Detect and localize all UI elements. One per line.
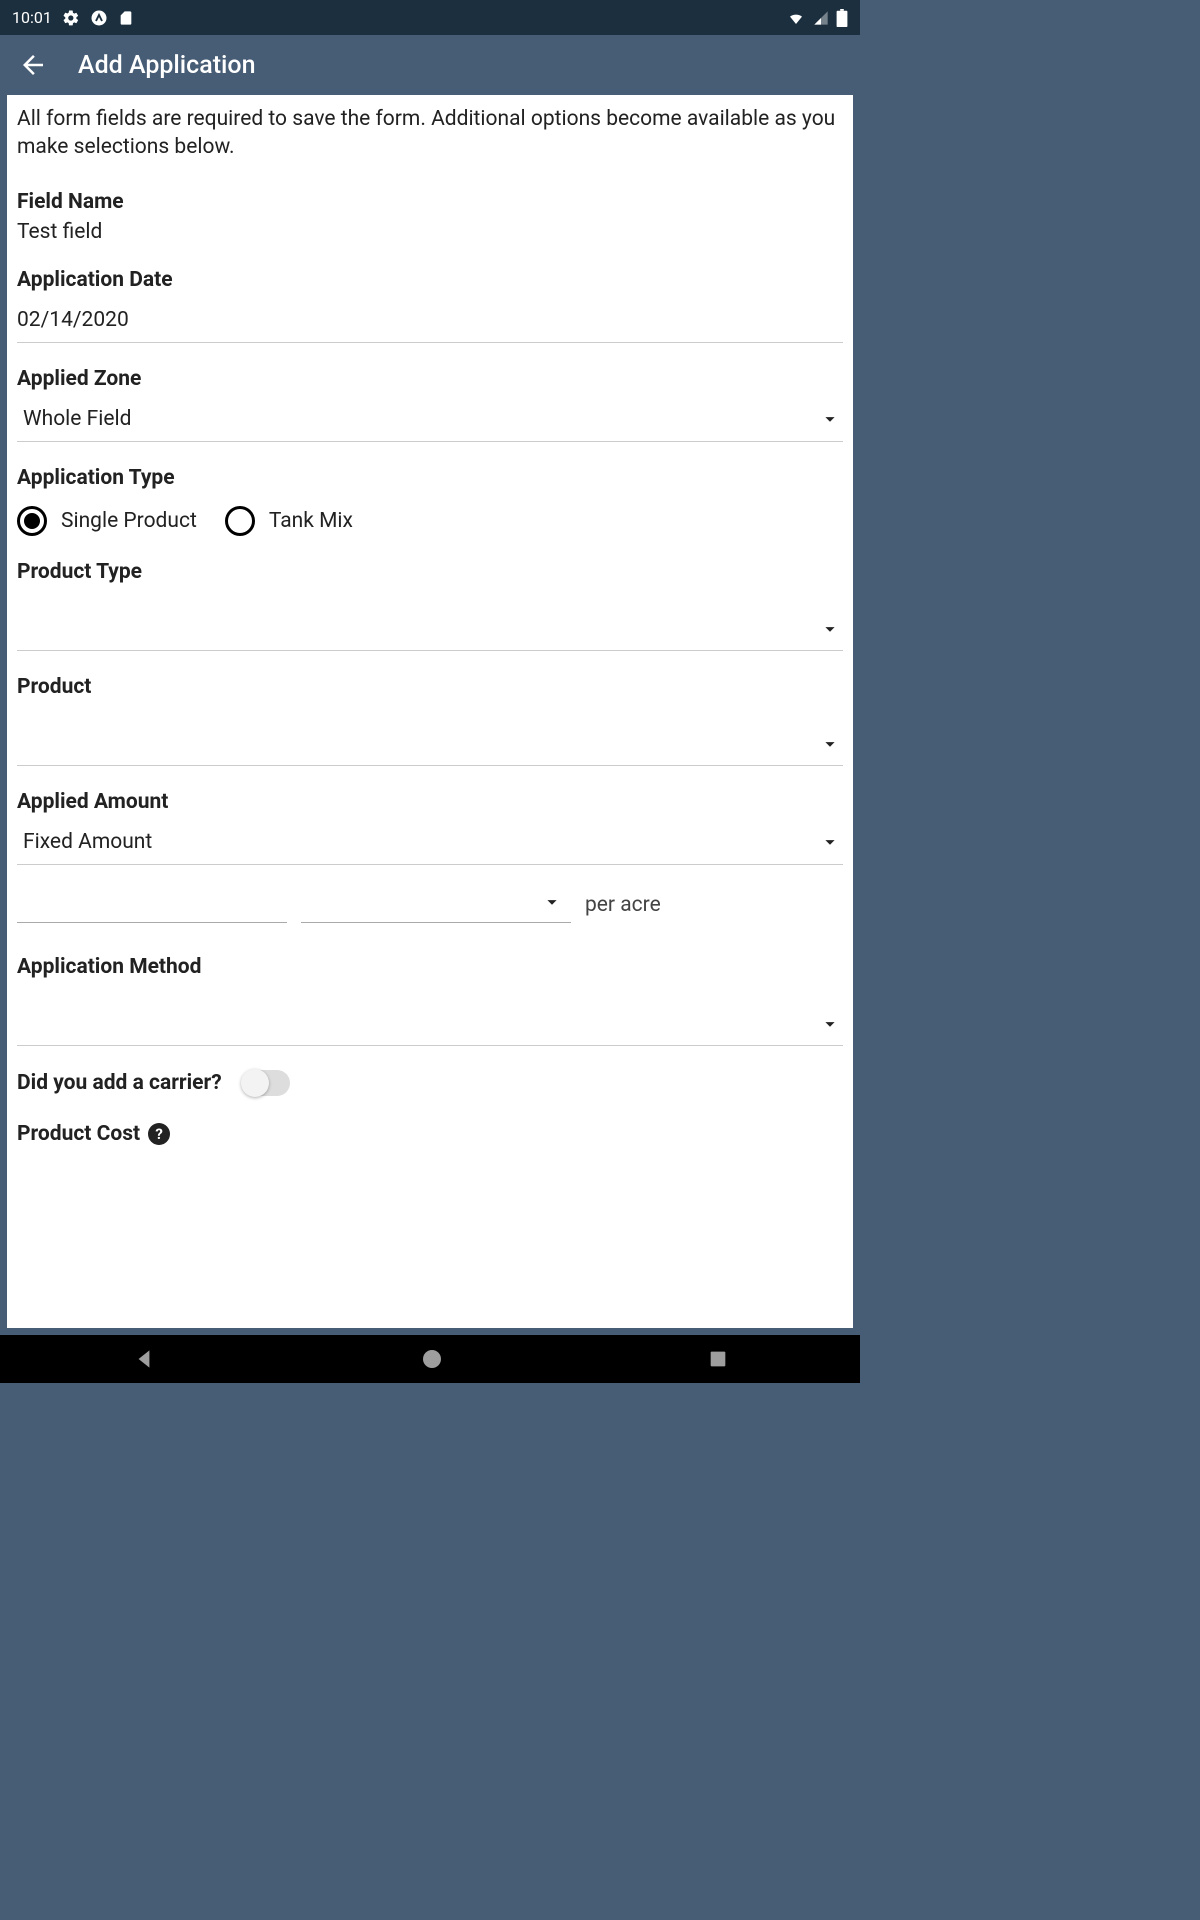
- status-bar: 10:01: [0, 0, 860, 35]
- nav-back-icon[interactable]: [131, 1346, 157, 1372]
- nav-home-icon[interactable]: [420, 1347, 444, 1371]
- application-date-label: Application Date: [17, 268, 843, 292]
- chevron-down-icon: [819, 831, 843, 853]
- toggle-knob: [241, 1069, 269, 1097]
- product-cost-label: Product Cost: [17, 1122, 140, 1146]
- battery-icon: [836, 9, 848, 27]
- radio-tank-mix[interactable]: Tank Mix: [225, 506, 353, 536]
- application-date-input[interactable]: 02/14/2020: [17, 298, 843, 343]
- radio-unselected-icon: [225, 506, 255, 536]
- form-instructions: All form fields are required to save the…: [17, 105, 843, 162]
- chevron-down-icon: [819, 1013, 843, 1035]
- wifi-icon: [786, 10, 806, 26]
- application-method-group: Application Method: [17, 955, 843, 1046]
- cell-signal-icon: [812, 10, 830, 26]
- applied-amount-value: Fixed Amount: [17, 830, 152, 854]
- chevron-down-icon: [819, 618, 843, 640]
- form-card: All form fields are required to save the…: [7, 95, 853, 1328]
- chevron-down-icon: [819, 733, 843, 755]
- page-title: Add Application: [78, 51, 256, 80]
- applied-zone-label: Applied Zone: [17, 367, 843, 391]
- amount-value-input[interactable]: [17, 883, 287, 923]
- application-date-value: 02/14/2020: [17, 308, 129, 332]
- product-group: Product: [17, 675, 843, 766]
- back-arrow-icon[interactable]: [18, 50, 48, 80]
- applied-amount-label: Applied Amount: [17, 790, 843, 814]
- sd-card-icon: [118, 9, 134, 27]
- product-type-label: Product Type: [17, 560, 843, 584]
- product-cost-group: Product Cost ?: [17, 1122, 843, 1146]
- per-acre-label: per acre: [585, 893, 661, 923]
- applied-zone-value: Whole Field: [17, 407, 131, 431]
- carrier-row: Did you add a carrier?: [17, 1070, 843, 1096]
- chevron-down-icon: [541, 891, 565, 913]
- amount-unit-select[interactable]: [301, 883, 571, 923]
- help-icon[interactable]: ?: [148, 1123, 170, 1145]
- applied-zone-group: Applied Zone Whole Field: [17, 367, 843, 442]
- field-name-value: Test field: [17, 220, 843, 244]
- product-select[interactable]: [17, 705, 843, 766]
- app-circle-icon: [90, 9, 108, 27]
- carrier-label: Did you add a carrier?: [17, 1071, 222, 1095]
- field-name-group: Field Name Test field: [17, 190, 843, 244]
- product-type-select[interactable]: [17, 590, 843, 651]
- product-label: Product: [17, 675, 843, 699]
- product-type-group: Product Type: [17, 560, 843, 651]
- radio-single-product[interactable]: Single Product: [17, 506, 197, 536]
- application-method-label: Application Method: [17, 955, 843, 979]
- application-type-label: Application Type: [17, 466, 843, 490]
- nav-recent-icon[interactable]: [707, 1348, 729, 1370]
- applied-zone-select[interactable]: Whole Field: [17, 397, 843, 442]
- radio-single-label: Single Product: [61, 509, 197, 533]
- carrier-toggle[interactable]: [242, 1070, 290, 1096]
- field-name-label: Field Name: [17, 190, 843, 214]
- app-bar: Add Application: [0, 35, 860, 95]
- radio-tank-label: Tank Mix: [269, 509, 353, 533]
- applied-amount-select[interactable]: Fixed Amount: [17, 820, 843, 865]
- settings-icon: [62, 9, 80, 27]
- applied-amount-group: Applied Amount Fixed Amount per acre: [17, 790, 843, 931]
- radio-selected-icon: [17, 506, 47, 536]
- application-date-group: Application Date 02/14/2020: [17, 268, 843, 343]
- application-method-select[interactable]: [17, 985, 843, 1046]
- chevron-down-icon: [819, 408, 843, 430]
- application-type-group: Application Type Single Product Tank Mix: [17, 466, 843, 536]
- system-nav-bar: [0, 1335, 860, 1383]
- status-time: 10:01: [12, 8, 52, 27]
